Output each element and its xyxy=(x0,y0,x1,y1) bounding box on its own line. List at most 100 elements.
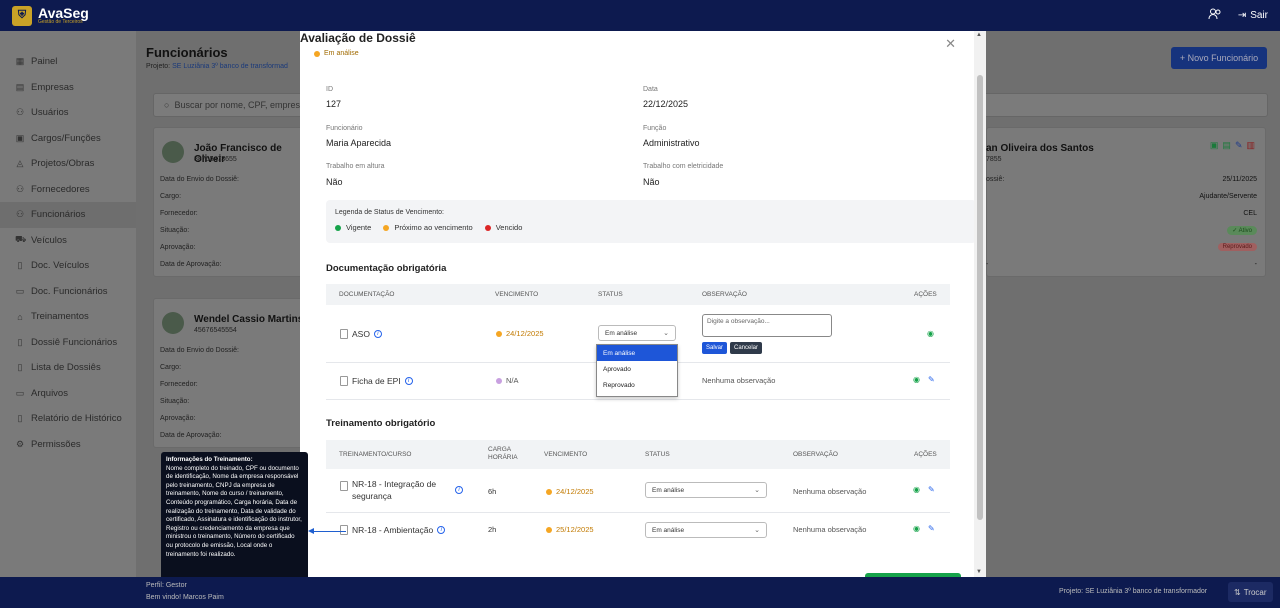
status-select[interactable]: Em análise ⌄ xyxy=(598,325,676,341)
electric-work-label: Trabalho com eletricidade xyxy=(643,163,724,170)
date-value: 22/12/2025 xyxy=(643,99,689,109)
users-icon: ⚇ xyxy=(15,107,25,118)
switch-project-button[interactable]: ⇅ Trocar xyxy=(1228,582,1273,602)
id-value: 127 xyxy=(326,99,342,109)
trash-icon[interactable]: ▥ xyxy=(1246,140,1255,151)
col-header: VENCIMENTO xyxy=(495,291,539,298)
scrollbar-thumb[interactable] xyxy=(977,75,983,520)
new-employee-button[interactable]: + Novo Funcionário xyxy=(1171,47,1267,69)
card-row-label: Data de Aprovação: xyxy=(160,432,222,439)
legend-title: Legenda de Status de Vencimento: xyxy=(335,209,444,216)
footer: Perfil: Gestor Bem vindo! Marcos Paim Pr… xyxy=(0,577,1280,608)
col-header: TREINAMENTO/CURSO xyxy=(339,451,412,458)
logout-label: Sair xyxy=(1250,10,1268,21)
col-header: STATUS xyxy=(598,291,623,298)
edit-icon[interactable]: ✎ xyxy=(928,524,935,533)
sidebar-item-treinamentos[interactable]: ⌂ Treinamentos xyxy=(0,304,136,330)
edit-icon[interactable]: ✎ xyxy=(1235,140,1243,151)
card-row-label: ossiê: xyxy=(986,176,1005,183)
employee-card[interactable]: Wendel Cassio Martins 45676545554 Data d… xyxy=(153,298,313,448)
sidebar-item-painel[interactable]: ▦ Painel xyxy=(0,49,136,75)
employee-card[interactable]: an Oliveira dos Santos 7855 ossiê: ▣ ▤ ✎… xyxy=(986,127,1266,277)
status-select[interactable]: Em análise ⌄ xyxy=(645,482,767,498)
avatar xyxy=(162,312,184,334)
card-row-label: Data do Envio do Dossiê: xyxy=(160,176,239,183)
app-subtitle: Gestão de Terceiros xyxy=(38,18,83,25)
training-carga: 2h xyxy=(488,525,497,534)
sidebar-item-relatorio[interactable]: ▯ Relatório de Histórico xyxy=(0,406,136,432)
sidebar-item-label: Permissões xyxy=(31,438,81,450)
pdf-icon[interactable]: ▣ xyxy=(1210,140,1219,151)
scroll-down-icon[interactable]: ▼ xyxy=(976,569,982,575)
view-icon[interactable]: ◉ xyxy=(913,375,920,384)
users-icon[interactable] xyxy=(1208,8,1222,23)
sidebar-item-doc-veiculos[interactable]: ▯ Doc. Veículos xyxy=(0,253,136,279)
swap-icon: ⇅ xyxy=(1234,587,1241,597)
sidebar-item-empresas[interactable]: ▤ Empresas xyxy=(0,75,136,101)
sidebar-item-arquivos[interactable]: ▭ Arquivos xyxy=(0,381,136,407)
edit-icon[interactable]: ✎ xyxy=(928,375,935,384)
sidebar-item-fornecedores[interactable]: ⚇ Fornecedores xyxy=(0,177,136,203)
view-icon[interactable]: ◉ xyxy=(927,329,934,338)
venc-date: 24/12/2025 xyxy=(506,329,544,338)
page-title: Funcionários xyxy=(146,45,228,60)
select-value: Em análise xyxy=(652,526,685,534)
option-em-analise[interactable]: Em análise xyxy=(597,345,677,361)
info-icon[interactable]: i xyxy=(404,377,413,385)
sidebar-item-dossie-funcionarios[interactable]: ▯ Dossiê Funcionários xyxy=(0,330,136,356)
arrow-left-icon xyxy=(308,528,314,534)
doc-name-aso: ASO i xyxy=(340,329,382,339)
sidebar-item-label: Dossiê Funcionários xyxy=(31,336,118,348)
sidebar-item-funcionarios[interactable]: ⚇ Funcionários xyxy=(0,202,136,228)
project-label: Projeto: xyxy=(146,63,171,70)
doc-obs-epi: Nenhuma observação xyxy=(702,376,776,385)
view-icon[interactable]: ◉ xyxy=(913,485,920,494)
option-reprovado[interactable]: Reprovado xyxy=(597,377,677,393)
save-button[interactable]: Salvar xyxy=(702,342,728,354)
truck-icon: ⛟ xyxy=(15,234,27,245)
sidebar-item-projetos[interactable]: ◬ Projetos/Obras xyxy=(0,151,136,177)
sidebar-item-usuarios[interactable]: ⚇ Usuários xyxy=(0,100,136,126)
info-icon[interactable]: i xyxy=(455,486,463,494)
employee-doc: 7855 xyxy=(986,156,1002,163)
project-name: SE Luziânia 3º banco de transformad xyxy=(172,63,288,70)
info-icon[interactable]: i xyxy=(437,526,446,534)
sidebar-item-permissoes[interactable]: ⚙ Permissões xyxy=(0,432,136,458)
employee-doc: 88765473655 xyxy=(194,156,237,163)
edit-icon[interactable]: ✎ xyxy=(928,485,935,494)
sidebar: ▦ Painel ▤ Empresas ⚇ Usuários ▣ Cargos/Funç… xyxy=(0,31,136,577)
view-icon[interactable]: ◉ xyxy=(913,524,920,533)
scroll-up-icon[interactable]: ▲ xyxy=(976,32,982,38)
document-icon xyxy=(340,525,348,535)
option-aprovado[interactable]: Aprovado xyxy=(597,361,677,377)
divider xyxy=(326,399,950,400)
observation-input[interactable]: Digite a observação... xyxy=(702,314,832,337)
document-icon: ▯ xyxy=(17,362,23,373)
card-row-label: Situação: xyxy=(160,227,190,234)
sidebar-item-veiculos[interactable]: ⛟ Veículos xyxy=(0,228,136,254)
legend-item-vigente: Vigente xyxy=(335,223,371,232)
cancel-button[interactable]: Cancelar xyxy=(730,342,763,354)
card-row-label: Cargo: xyxy=(160,364,182,371)
employee-value: Maria Aparecida xyxy=(326,138,392,148)
footer-project: Projeto: SE Luziânia 3º banco de transfo… xyxy=(1059,588,1208,595)
sidebar-item-cargos[interactable]: ▣ Cargos/Funções xyxy=(0,126,136,152)
status-dot xyxy=(314,50,320,57)
search-icon: ○ xyxy=(164,100,170,110)
sidebar-item-lista-dossies[interactable]: ▯ Lista de Dossiês xyxy=(0,355,136,381)
training-name: NR-18 - Ambientação i xyxy=(340,525,446,535)
page-project: Projeto: SE Luziânia 3º banco de transfo… xyxy=(146,63,288,70)
sidebar-item-doc-funcionarios[interactable]: ▭ Doc. Funcionários xyxy=(0,279,136,305)
venc-date: N/A xyxy=(506,376,519,385)
clipboard-icon[interactable]: ▤ xyxy=(1222,140,1231,151)
card-row-label: Aprovação: xyxy=(160,415,196,422)
select-value: Em análise xyxy=(605,329,638,337)
info-icon[interactable]: i xyxy=(373,330,382,338)
logout-button[interactable]: ⇥ Sair xyxy=(1238,10,1268,21)
status-select[interactable]: Em análise ⌄ xyxy=(645,522,767,538)
close-icon[interactable]: ✕ xyxy=(945,36,956,52)
employee-card[interactable]: João Francisco de Oliveir 88765473655 Da… xyxy=(153,127,313,277)
doc-venc-epi: N/A xyxy=(496,376,519,385)
sidebar-item-label: Arquivos xyxy=(31,387,68,399)
sidebar-item-label: Painel xyxy=(31,56,58,68)
